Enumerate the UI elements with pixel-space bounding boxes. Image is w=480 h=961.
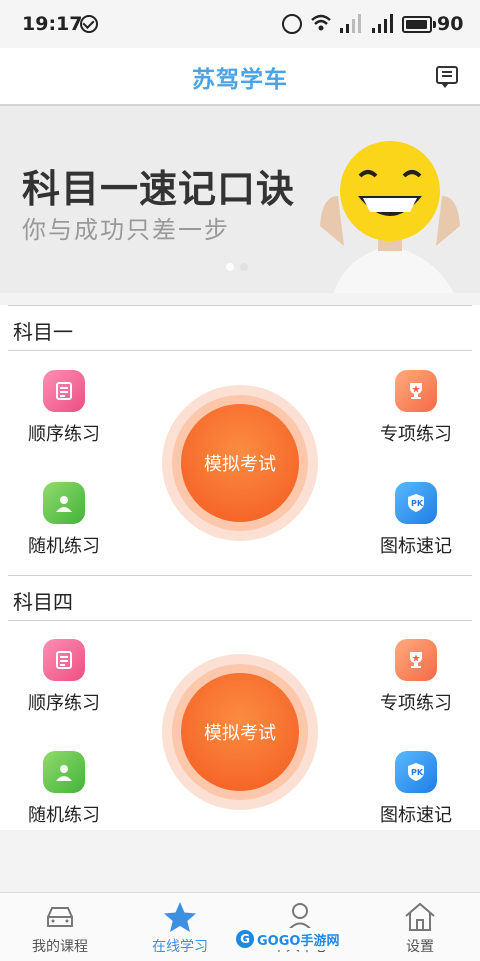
exam-ring: 模拟考试 [172, 664, 308, 800]
item-label: 专项练习 [380, 424, 452, 445]
section-header: 科目四 [8, 575, 472, 621]
subject-four-section: 科目四 顺序练习 专项练习 随机练习 PK 图标速记 模拟考试 [0, 575, 480, 830]
mock-exam-button[interactable]: 模拟考试 [162, 654, 318, 810]
svg-text:PK: PK [411, 768, 424, 777]
tab-label: 我的课程 [32, 939, 88, 955]
section-title: 科目四 [13, 590, 73, 614]
carousel-dot[interactable] [240, 263, 248, 271]
exam-label: 模拟考试 [181, 404, 299, 522]
tab-label: 设置 [406, 939, 434, 955]
watermark-logo: G GOGO手游网 [232, 928, 344, 950]
special-practice-button[interactable]: 专项练习 [356, 370, 476, 446]
exam-ring: 模拟考试 [172, 395, 308, 531]
carousel-dot[interactable] [226, 263, 234, 271]
person-icon [43, 751, 85, 793]
alarm-icon [282, 14, 302, 34]
tab-label: 在线学习 [152, 939, 208, 955]
trophy-icon [395, 639, 437, 681]
sequential-practice-button[interactable]: 顺序练习 [4, 370, 124, 446]
item-label: 随机练习 [28, 805, 100, 826]
wifi-icon [311, 14, 331, 31]
banner-carousel[interactable]: 科目一速记口诀 你与成功只差一步 [0, 106, 480, 293]
watermark-text: GOGO手游网 [257, 933, 340, 949]
item-label: 专项练习 [380, 693, 452, 714]
shield-pk-icon: PK [395, 482, 437, 524]
subject-one-section: 科目一 顺序练习 专项练习 随机练习 PK 图标速记 模拟考试 [0, 305, 480, 575]
bottom-tab-bar: 我的课程 在线学习 个人中心 设置 [0, 892, 480, 961]
item-label: 顺序练习 [28, 693, 100, 714]
list-icon [43, 370, 85, 412]
item-label: 随机练习 [28, 536, 100, 557]
check-circle-icon [80, 15, 98, 33]
page-title: 苏驾学车 [192, 67, 288, 93]
banner-subtitle: 你与成功只差一步 [22, 216, 230, 244]
random-practice-button[interactable]: 随机练习 [4, 482, 124, 558]
battery-icon [402, 16, 436, 33]
app-header: 苏驾学车 [0, 48, 480, 106]
svg-text:PK: PK [411, 499, 424, 508]
special-practice-button[interactable]: 专项练习 [356, 639, 476, 715]
section-header: 科目一 [8, 305, 472, 351]
tab-personal-center[interactable]: 个人中心 [240, 893, 360, 961]
tab-online-learning[interactable]: 在线学习 [120, 893, 240, 961]
sign-memory-button[interactable]: PK 图标速记 [356, 751, 476, 827]
status-time: 19:17 [22, 13, 83, 35]
star-icon [164, 902, 196, 932]
battery-level: 90 [437, 13, 464, 35]
sequential-practice-button[interactable]: 顺序练习 [4, 639, 124, 715]
car-icon [47, 907, 73, 927]
shield-pk-icon: PK [395, 751, 437, 793]
list-icon [43, 639, 85, 681]
item-label: 图标速记 [380, 805, 452, 826]
home-icon [405, 902, 435, 931]
tab-my-courses[interactable]: 我的课程 [0, 893, 120, 961]
trophy-icon [395, 370, 437, 412]
banner-title: 科目一速记口诀 [22, 167, 296, 211]
section-title: 科目一 [13, 320, 73, 344]
signal-icon [340, 14, 361, 33]
status-bar: 19:17 90 [0, 0, 480, 48]
carousel-indicator [226, 256, 254, 275]
item-label: 顺序练习 [28, 424, 100, 445]
message-icon[interactable] [436, 66, 458, 88]
tab-settings[interactable]: 设置 [360, 893, 480, 961]
sign-memory-button[interactable]: PK 图标速记 [356, 482, 476, 558]
random-practice-button[interactable]: 随机练习 [4, 751, 124, 827]
item-label: 图标速记 [380, 536, 452, 557]
watermark-icon: G [236, 930, 254, 948]
person-icon [43, 482, 85, 524]
smiley-person-image [320, 141, 460, 293]
signal-icon [372, 14, 393, 33]
mock-exam-button[interactable]: 模拟考试 [162, 385, 318, 541]
exam-label: 模拟考试 [181, 673, 299, 791]
